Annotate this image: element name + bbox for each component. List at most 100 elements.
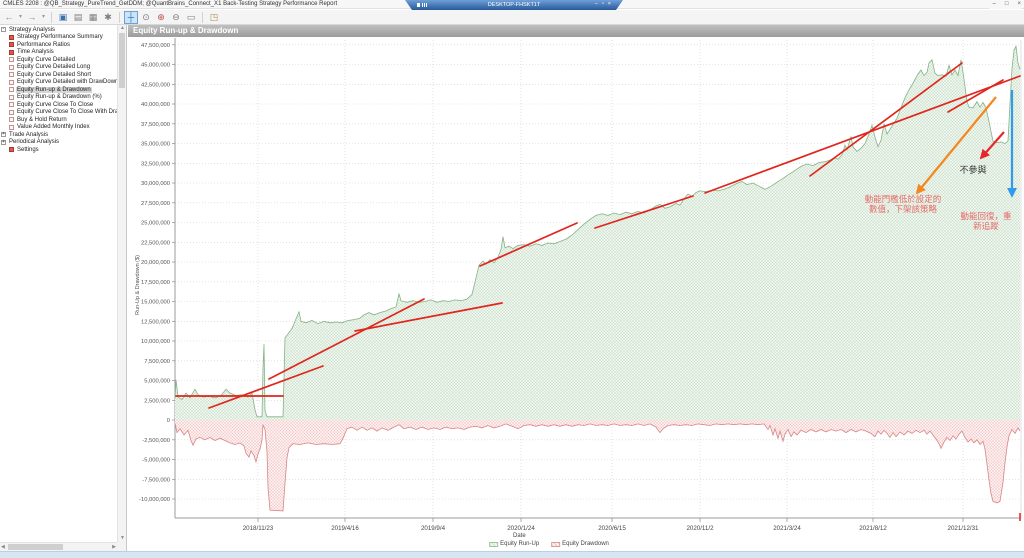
forward-dropdown-icon[interactable]: ▾ bbox=[40, 11, 47, 24]
sidebar-item-equity-curve-detailed-with-drawdown[interactable]: Equity Curve Detailed with DrawDown bbox=[0, 79, 117, 87]
sidebar-item-label: Equity Run-up & Drawdown bbox=[16, 87, 92, 93]
sidebar-vertical-scrollbar[interactable]: ▲ ▼ bbox=[117, 25, 126, 542]
zoom-window-tool-icon[interactable]: ▭ bbox=[184, 11, 198, 24]
scroll-down-icon[interactable]: ▼ bbox=[120, 536, 125, 541]
svg-text:7,500,000: 7,500,000 bbox=[144, 359, 170, 365]
toolbar-separator bbox=[51, 12, 52, 23]
print-preview-icon[interactable]: ▤ bbox=[71, 11, 85, 24]
scroll-thumb[interactable] bbox=[119, 33, 125, 88]
collapse-icon[interactable]: - bbox=[1, 27, 6, 32]
scroll-thumb[interactable] bbox=[8, 544, 63, 550]
sidebar-item-equity-run-up-drawdown[interactable]: Equity Run-up & Drawdown (%) bbox=[0, 94, 117, 102]
status-strip bbox=[0, 551, 1024, 558]
svg-text:2021/8/12: 2021/8/12 bbox=[859, 525, 887, 532]
curve-icon bbox=[9, 72, 14, 77]
sidebar-item-equity-curve-detailed[interactable]: Equity Curve Detailed bbox=[0, 56, 117, 64]
sidebar-item-performance-ratios[interactable]: Performance Ratios bbox=[0, 41, 117, 49]
svg-text:10,000,000: 10,000,000 bbox=[141, 339, 170, 345]
export-icon[interactable]: ◳ bbox=[207, 11, 221, 24]
back-dropdown-icon[interactable]: ▾ bbox=[17, 11, 24, 24]
sidebar-item-equity-curve-close-to-close[interactable]: Equity Curve Close To Close bbox=[0, 101, 117, 109]
svg-text:17,500,000: 17,500,000 bbox=[141, 280, 170, 286]
sidebar-item-equity-curve-close-to-close-with-drawdown[interactable]: Equity Curve Close To Close With Drawdow… bbox=[0, 109, 117, 117]
sidebar-item-label: Buy & Hold Return bbox=[16, 117, 68, 123]
window-controls: –□ × bbox=[989, 0, 1021, 9]
back-icon[interactable]: ← bbox=[2, 11, 16, 24]
report-icon bbox=[9, 35, 14, 40]
svg-text:40,000,000: 40,000,000 bbox=[141, 102, 170, 108]
svg-text:15,000,000: 15,000,000 bbox=[141, 300, 170, 306]
sidebar-item-label: Time Analysis bbox=[16, 49, 55, 55]
scroll-up-icon[interactable]: ▲ bbox=[120, 26, 125, 31]
expand-icon[interactable]: + bbox=[1, 140, 6, 145]
expand-icon[interactable]: + bbox=[1, 132, 6, 137]
sidebar: -Strategy AnalysisStrategy Performance S… bbox=[0, 25, 127, 551]
svg-text:30,000,000: 30,000,000 bbox=[141, 181, 170, 187]
note-momentum-recovered: 動能回復，重新追蹤 bbox=[960, 211, 1011, 231]
svg-text:22,500,000: 22,500,000 bbox=[141, 240, 170, 246]
svg-text:5,000,000: 5,000,000 bbox=[144, 379, 170, 385]
sidebar-item-equity-curve-detailed-short[interactable]: Equity Curve Detailed Short bbox=[0, 71, 117, 79]
sidebar-item-label: Periodical Analysis bbox=[8, 139, 60, 145]
curve-icon bbox=[9, 102, 14, 107]
sidebar-item-value-added-monthly-index[interactable]: Value Added Monthly Index bbox=[0, 124, 117, 132]
sidebar-item-label: Equity Curve Close To Close With Drawdow… bbox=[16, 109, 117, 115]
scroll-right-icon[interactable]: ▶ bbox=[112, 545, 116, 550]
chart-area[interactable]: -10,000,000-7,500,000-5,000,000-2,500,00… bbox=[127, 37, 1024, 551]
legend-swatch-red bbox=[551, 542, 560, 547]
svg-text:27,500,000: 27,500,000 bbox=[141, 201, 170, 207]
curve-icon bbox=[9, 87, 14, 92]
scroll-left-icon[interactable]: ◀ bbox=[1, 545, 5, 550]
sidebar-item-strategy-performance-summary[interactable]: Strategy Performance Summary bbox=[0, 34, 117, 42]
sidebar-item-label: Settings bbox=[16, 147, 40, 153]
svg-text:2020/1/24: 2020/1/24 bbox=[507, 525, 535, 532]
sidebar-item-periodical-analysis[interactable]: +Periodical Analysis bbox=[0, 139, 117, 147]
sidebar-item-trade-analysis[interactable]: +Trade Analysis bbox=[0, 131, 117, 139]
sidebar-item-label: Trade Analysis bbox=[8, 132, 49, 138]
rdp-connection-bar[interactable]: DESKTOP-FHSKT1T –▫× bbox=[405, 0, 623, 10]
legend-item-equity-run-up: Equity Run-Up bbox=[489, 541, 539, 547]
svg-text:-7,500,000: -7,500,000 bbox=[142, 477, 170, 483]
svg-text:-2,500,000: -2,500,000 bbox=[142, 438, 170, 444]
maximize-button[interactable]: □ bbox=[1005, 0, 1009, 9]
pan-tool-icon[interactable]: ⊙ bbox=[139, 11, 153, 24]
curve-icon bbox=[9, 110, 14, 115]
sidebar-item-label: Strategy Performance Summary bbox=[16, 34, 104, 40]
sidebar-tree: -Strategy AnalysisStrategy Performance S… bbox=[0, 26, 117, 542]
crosshair-tool-icon[interactable]: ┼ bbox=[124, 11, 138, 24]
forward-icon[interactable]: → bbox=[25, 11, 39, 24]
print-icon[interactable]: ▦ bbox=[86, 11, 100, 24]
note-momentum-below-threshold: 動能門檻低於設定的數值，下架該策略 bbox=[865, 194, 942, 214]
settings-gear-icon[interactable]: ✱ bbox=[101, 11, 115, 24]
svg-text:2019/9/4: 2019/9/4 bbox=[421, 525, 446, 532]
zoom-out-tool-icon[interactable]: ⊖ bbox=[169, 11, 183, 24]
sidebar-item-buy-hold-return[interactable]: Buy & Hold Return bbox=[0, 116, 117, 124]
curve-icon bbox=[9, 65, 14, 70]
sidebar-item-label: Equity Curve Detailed bbox=[16, 57, 76, 63]
sidebar-item-label: Equity Curve Detailed Short bbox=[16, 72, 92, 78]
window-title: CMLES 2208 : @QB_Strategy_PureTrend_GetD… bbox=[3, 1, 337, 7]
sidebar-item-settings[interactable]: Settings bbox=[0, 146, 117, 154]
minimize-button[interactable]: – bbox=[993, 0, 996, 9]
rdp-restore-button[interactable]: ▫ bbox=[602, 0, 604, 9]
svg-text:-10,000,000: -10,000,000 bbox=[139, 497, 170, 503]
svg-text:42,500,000: 42,500,000 bbox=[141, 82, 170, 88]
chart-panel-header: Equity Run-up & Drawdown bbox=[128, 25, 1024, 37]
report-icon bbox=[9, 50, 14, 55]
toolbar-separator bbox=[202, 12, 203, 23]
svg-text:35,000,000: 35,000,000 bbox=[141, 142, 170, 148]
sidebar-item-time-analysis[interactable]: Time Analysis bbox=[0, 49, 117, 57]
sidebar-item-strategy-analysis[interactable]: -Strategy Analysis bbox=[0, 26, 117, 34]
close-button[interactable]: × bbox=[1017, 0, 1021, 9]
rdp-minimize-button[interactable]: – bbox=[595, 0, 598, 9]
save-icon[interactable]: ▣ bbox=[56, 11, 70, 24]
sidebar-item-equity-curve-detailed-long[interactable]: Equity Curve Detailed Long bbox=[0, 64, 117, 72]
sidebar-item-equity-run-up-drawdown[interactable]: Equity Run-up & Drawdown bbox=[0, 86, 117, 94]
signal-icon bbox=[422, 3, 427, 7]
legend-swatch-green bbox=[489, 542, 498, 547]
rdp-close-button[interactable]: × bbox=[608, 0, 611, 9]
pin-icon[interactable] bbox=[417, 3, 420, 7]
svg-text:2018/11/23: 2018/11/23 bbox=[243, 525, 274, 532]
zoom-in-tool-icon[interactable]: ⊕ bbox=[154, 11, 168, 24]
sidebar-horizontal-scrollbar[interactable]: ◀ ▶ bbox=[0, 542, 117, 551]
